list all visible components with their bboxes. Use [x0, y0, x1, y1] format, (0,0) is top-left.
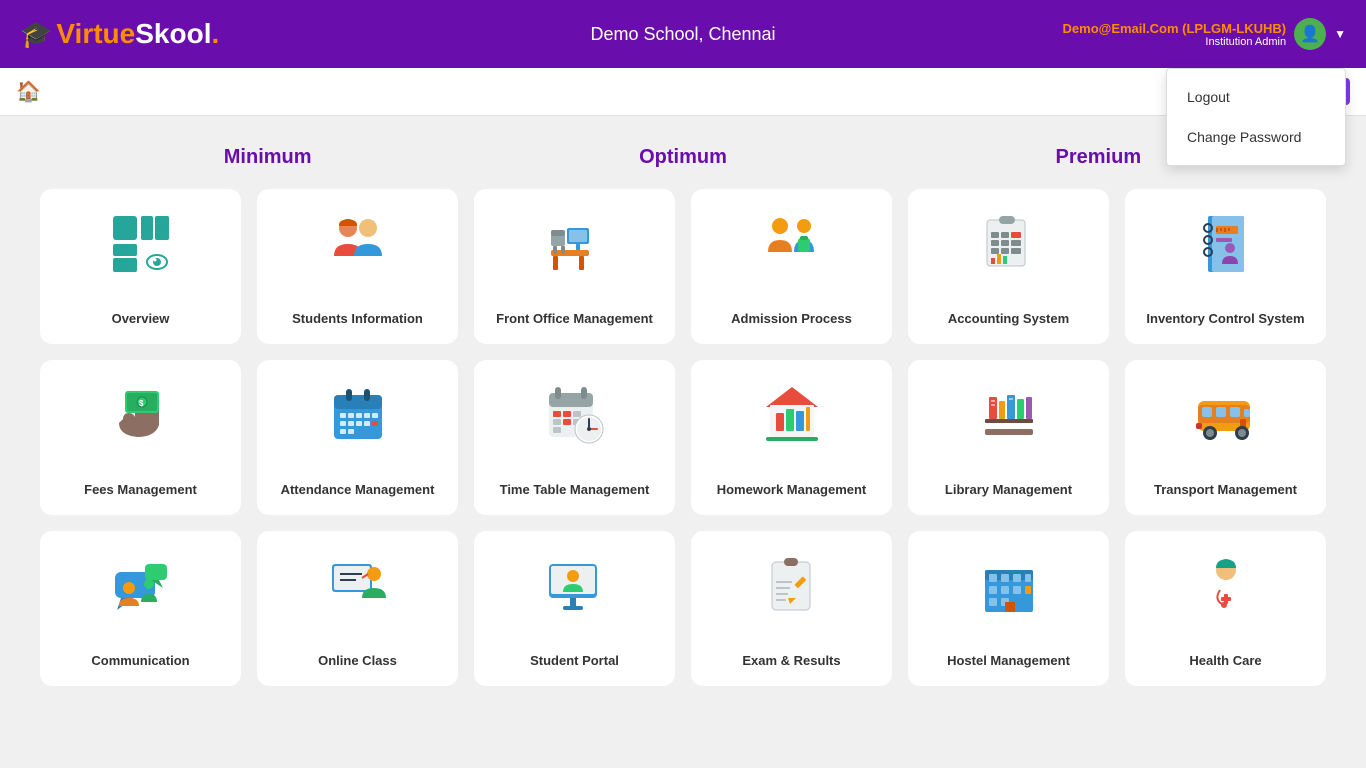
- module-hostel[interactable]: Hostel Management: [908, 531, 1109, 686]
- module-student-portal[interactable]: Student Portal: [474, 531, 675, 686]
- module-communication-label: Communication: [91, 653, 189, 670]
- module-online-class[interactable]: Online Class: [257, 531, 458, 686]
- accounting-icon: [974, 209, 1044, 279]
- logo-dot: .: [211, 18, 219, 49]
- category-minimum: Minimum: [60, 136, 475, 179]
- module-health[interactable]: Health Care: [1125, 531, 1326, 686]
- logout-item[interactable]: Logout: [1167, 77, 1345, 117]
- exam-icon: [757, 551, 827, 621]
- user-avatar: 👤: [1294, 18, 1326, 50]
- modules-row-1: Overview Students Information: [40, 189, 1326, 344]
- module-timetable[interactable]: Time Table Management: [474, 360, 675, 515]
- fees-icon: $: [106, 380, 176, 450]
- student-portal-icon: [540, 551, 610, 621]
- user-email: Demo@Email.Com (LPLGM-LKUHB): [1063, 21, 1287, 36]
- module-fees-label: Fees Management: [84, 482, 197, 499]
- module-accounting[interactable]: Accounting System: [908, 189, 1109, 344]
- transport-icon: [1191, 380, 1261, 450]
- module-admission[interactable]: Admission Process: [691, 189, 892, 344]
- timetable-icon: [540, 380, 610, 450]
- module-students-information[interactable]: Students Information: [257, 189, 458, 344]
- admission-icon: [757, 209, 827, 279]
- main-content: Minimum Optimum Premium Overview: [0, 116, 1366, 722]
- library-icon: [974, 380, 1044, 450]
- app-header: 🎓 VirtueSkool. Demo School, Chennai Demo…: [0, 0, 1366, 68]
- module-attendance[interactable]: Attendance Management: [257, 360, 458, 515]
- health-icon: [1191, 551, 1261, 621]
- students-icon: [323, 209, 393, 279]
- module-exam[interactable]: Exam & Results: [691, 531, 892, 686]
- home-icon[interactable]: 🏠: [16, 79, 41, 104]
- category-labels: Minimum Optimum Premium: [40, 136, 1326, 179]
- module-health-label: Health Care: [1189, 653, 1261, 670]
- module-overview[interactable]: Overview: [40, 189, 241, 344]
- school-name: Demo School, Chennai: [590, 24, 775, 45]
- change-password-item[interactable]: Change Password: [1167, 117, 1345, 157]
- module-homework-label: Homework Management: [717, 482, 867, 499]
- module-overview-label: Overview: [112, 311, 170, 328]
- front-office-icon: [540, 209, 610, 279]
- module-transport[interactable]: Transport Management: [1125, 360, 1326, 515]
- module-library-label: Library Management: [945, 482, 1072, 499]
- module-hostel-label: Hostel Management: [947, 653, 1070, 670]
- attendance-icon: [323, 380, 393, 450]
- dropdown-menu: Logout Change Password: [1166, 68, 1346, 166]
- module-front-office[interactable]: Front Office Management: [474, 189, 675, 344]
- module-front-office-label: Front Office Management: [496, 311, 653, 328]
- logo[interactable]: 🎓 VirtueSkool.: [20, 18, 219, 50]
- online-class-icon: [323, 551, 393, 621]
- nav-bar: 🏠 AY: [0, 68, 1366, 116]
- module-accounting-label: Accounting System: [948, 311, 1069, 328]
- module-students-label: Students Information: [292, 311, 423, 328]
- module-online-class-label: Online Class: [318, 653, 397, 670]
- overview-icon: [106, 209, 176, 279]
- hostel-icon: [974, 551, 1044, 621]
- user-info: Demo@Email.Com (LPLGM-LKUHB) Institution…: [1063, 21, 1287, 48]
- module-homework[interactable]: Homework Management: [691, 360, 892, 515]
- module-library[interactable]: Library Management: [908, 360, 1109, 515]
- module-timetable-label: Time Table Management: [500, 482, 650, 499]
- modules-row-3: Communication Online Clas: [40, 531, 1326, 686]
- module-inventory[interactable]: Inventory Control System: [1125, 189, 1326, 344]
- user-role: Institution Admin: [1063, 36, 1287, 48]
- module-communication[interactable]: Communication: [40, 531, 241, 686]
- module-attendance-label: Attendance Management: [281, 482, 435, 499]
- module-exam-label: Exam & Results: [742, 653, 840, 670]
- module-inventory-label: Inventory Control System: [1146, 311, 1304, 328]
- svg-text:$: $: [139, 399, 144, 408]
- modules-row-2: $ Fees Management: [40, 360, 1326, 515]
- logo-virtue: Virtue: [56, 18, 135, 49]
- module-transport-label: Transport Management: [1154, 482, 1297, 499]
- homework-icon: [757, 380, 827, 450]
- module-admission-label: Admission Process: [731, 311, 852, 328]
- logo-skool: Skool: [135, 18, 211, 49]
- user-section[interactable]: Demo@Email.Com (LPLGM-LKUHB) Institution…: [1063, 18, 1346, 50]
- communication-icon: [106, 551, 176, 621]
- chevron-down-icon: ▼: [1334, 27, 1346, 41]
- category-optimum: Optimum: [475, 136, 890, 179]
- module-student-portal-label: Student Portal: [530, 653, 619, 670]
- inventory-icon: [1191, 209, 1261, 279]
- module-fees[interactable]: $ Fees Management: [40, 360, 241, 515]
